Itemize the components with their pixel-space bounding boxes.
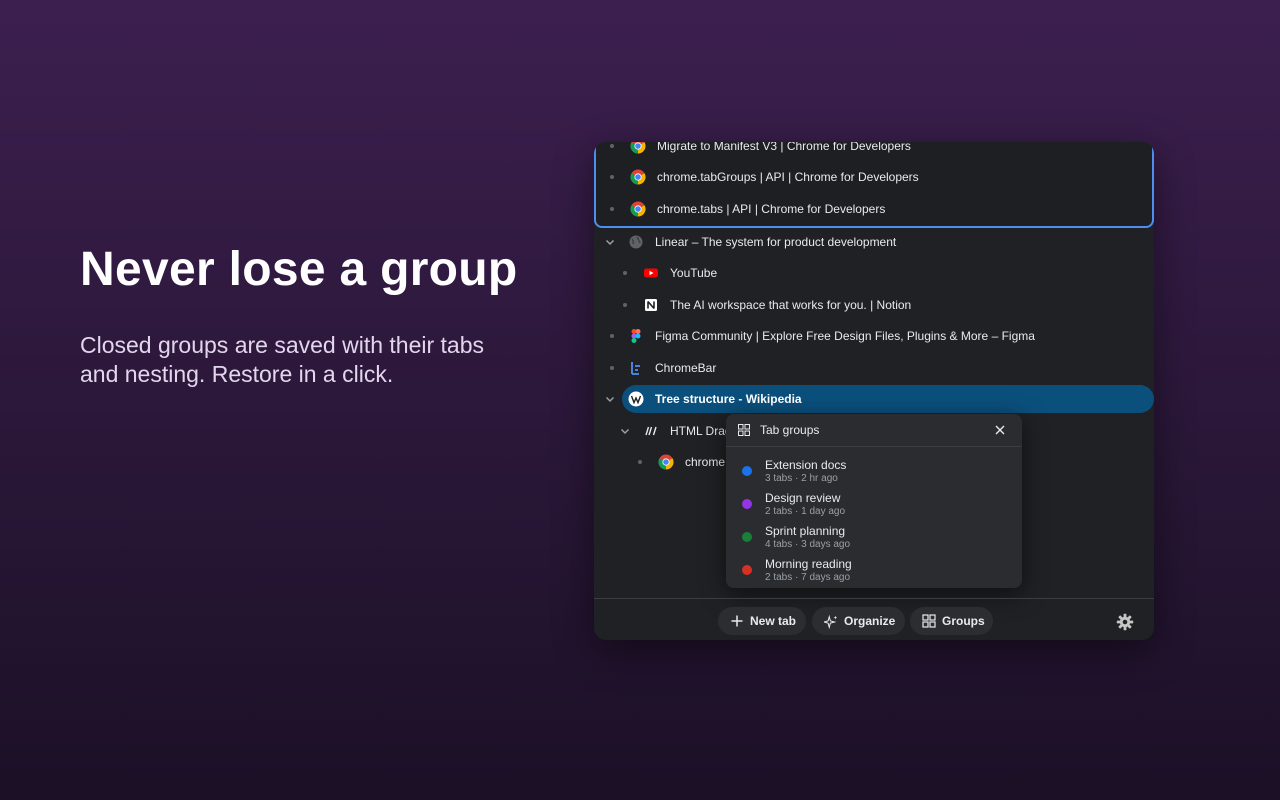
new-tab-label: New tab [750, 614, 797, 628]
new-tab-button[interactable]: New tab [718, 607, 806, 635]
groups-label: Groups [942, 614, 985, 628]
chromebar-icon [628, 360, 644, 376]
group-name: Extension docs [765, 458, 847, 472]
group-item[interactable]: Morning reading 2 tabs · 7 days ago [726, 555, 1022, 585]
popup-header: Tab groups [726, 414, 1022, 447]
bullet-icon [610, 334, 614, 338]
youtube-icon [643, 265, 659, 281]
tab-row[interactable]: chrome.tabs | API | Chrome for Developer… [594, 195, 1154, 223]
tab-row[interactable]: ChromeBar [594, 354, 1154, 382]
close-icon[interactable] [992, 422, 1008, 438]
tab-title: chrome.tabGroups | API | Chrome for Deve… [657, 170, 919, 184]
gear-icon[interactable] [1116, 613, 1134, 631]
chevron-down-icon[interactable] [604, 236, 616, 248]
panel-footer: New tab Organize Groups [594, 598, 1154, 640]
wikipedia-icon [628, 391, 644, 407]
group-item[interactable]: Extension docs 3 tabs · 2 hr ago [726, 456, 1022, 486]
tab-row[interactable]: YouTube [594, 259, 1154, 287]
bullet-icon [623, 303, 627, 307]
bullet-icon [623, 271, 627, 275]
group-item[interactable]: Sprint planning 4 tabs · 3 days ago [726, 522, 1022, 552]
group-name: Design review [765, 491, 841, 505]
chrome-icon [630, 142, 646, 154]
figma-icon [628, 328, 644, 344]
chrome-icon [630, 201, 646, 217]
group-name: Morning reading [765, 557, 852, 571]
tab-title: HTML Drag [670, 424, 732, 438]
tab-row[interactable]: Migrate to Manifest V3 | Chrome for Deve… [594, 142, 1154, 160]
tab-title: chrome [685, 455, 726, 469]
group-meta: 2 tabs · 7 days ago [765, 572, 851, 583]
tab-title: Migrate to Manifest V3 | Chrome for Deve… [657, 142, 911, 153]
organize-label: Organize [844, 614, 896, 628]
group-color-dot [742, 565, 752, 575]
bullet-icon [638, 460, 642, 464]
headline: Never lose a group [80, 243, 518, 296]
bullet-icon [610, 144, 614, 148]
tab-row[interactable]: Linear – The system for product developm… [594, 228, 1154, 256]
tab-tree-panel: Migrate to Manifest V3 | Chrome for Deve… [594, 142, 1154, 640]
tab-row[interactable]: Figma Community | Explore Free Design Fi… [594, 322, 1154, 350]
tab-row-selected[interactable]: Tree structure - Wikipedia [594, 385, 1154, 413]
group-color-dot [742, 499, 752, 509]
tab-row[interactable]: The AI workspace that works for you. | N… [594, 291, 1154, 319]
globe-icon [628, 234, 644, 250]
tab-title: Figma Community | Explore Free Design Fi… [655, 329, 1035, 343]
tab-title: The AI workspace that works for you. | N… [670, 298, 912, 312]
group-name: Sprint planning [765, 524, 846, 538]
groups-button[interactable]: Groups [910, 607, 993, 635]
group-meta: 4 tabs · 3 days ago [765, 539, 851, 550]
organize-button[interactable]: Organize [812, 607, 905, 635]
tab-title: Tree structure - Wikipedia [655, 392, 802, 406]
tab-row[interactable]: chrome.tabGroups | API | Chrome for Deve… [594, 163, 1154, 191]
sparkle-icon [824, 614, 838, 630]
notion-icon [643, 297, 659, 313]
grid-icon [922, 614, 936, 628]
bullet-icon [610, 366, 614, 370]
group-item[interactable]: Design review 2 tabs · 1 day ago [726, 489, 1022, 519]
chevron-down-icon[interactable] [619, 425, 631, 437]
tab-title: Linear – The system for product developm… [655, 235, 897, 249]
group-color-dot [742, 466, 752, 476]
plus-icon [730, 614, 744, 628]
chrome-icon [630, 169, 646, 185]
tab-title: YouTube [670, 266, 718, 280]
mdn-icon [643, 423, 659, 439]
tab-groups-popup: Tab groups Extension docs 3 tabs · 2 hr … [726, 414, 1022, 588]
subheadline: Closed groups are saved with their tabs … [80, 332, 484, 387]
chevron-down-icon[interactable] [604, 393, 616, 405]
group-meta: 3 tabs · 2 hr ago [765, 473, 838, 484]
chrome-icon [658, 454, 674, 470]
bullet-icon [610, 207, 614, 211]
group-color-dot [742, 532, 752, 542]
grid-icon [738, 424, 750, 439]
group-meta: 2 tabs · 1 day ago [765, 506, 846, 517]
tab-title: ChromeBar [655, 361, 717, 375]
bullet-icon [610, 175, 614, 179]
popup-title: Tab groups [760, 423, 820, 437]
tab-title: chrome.tabs | API | Chrome for Developer… [657, 202, 886, 216]
